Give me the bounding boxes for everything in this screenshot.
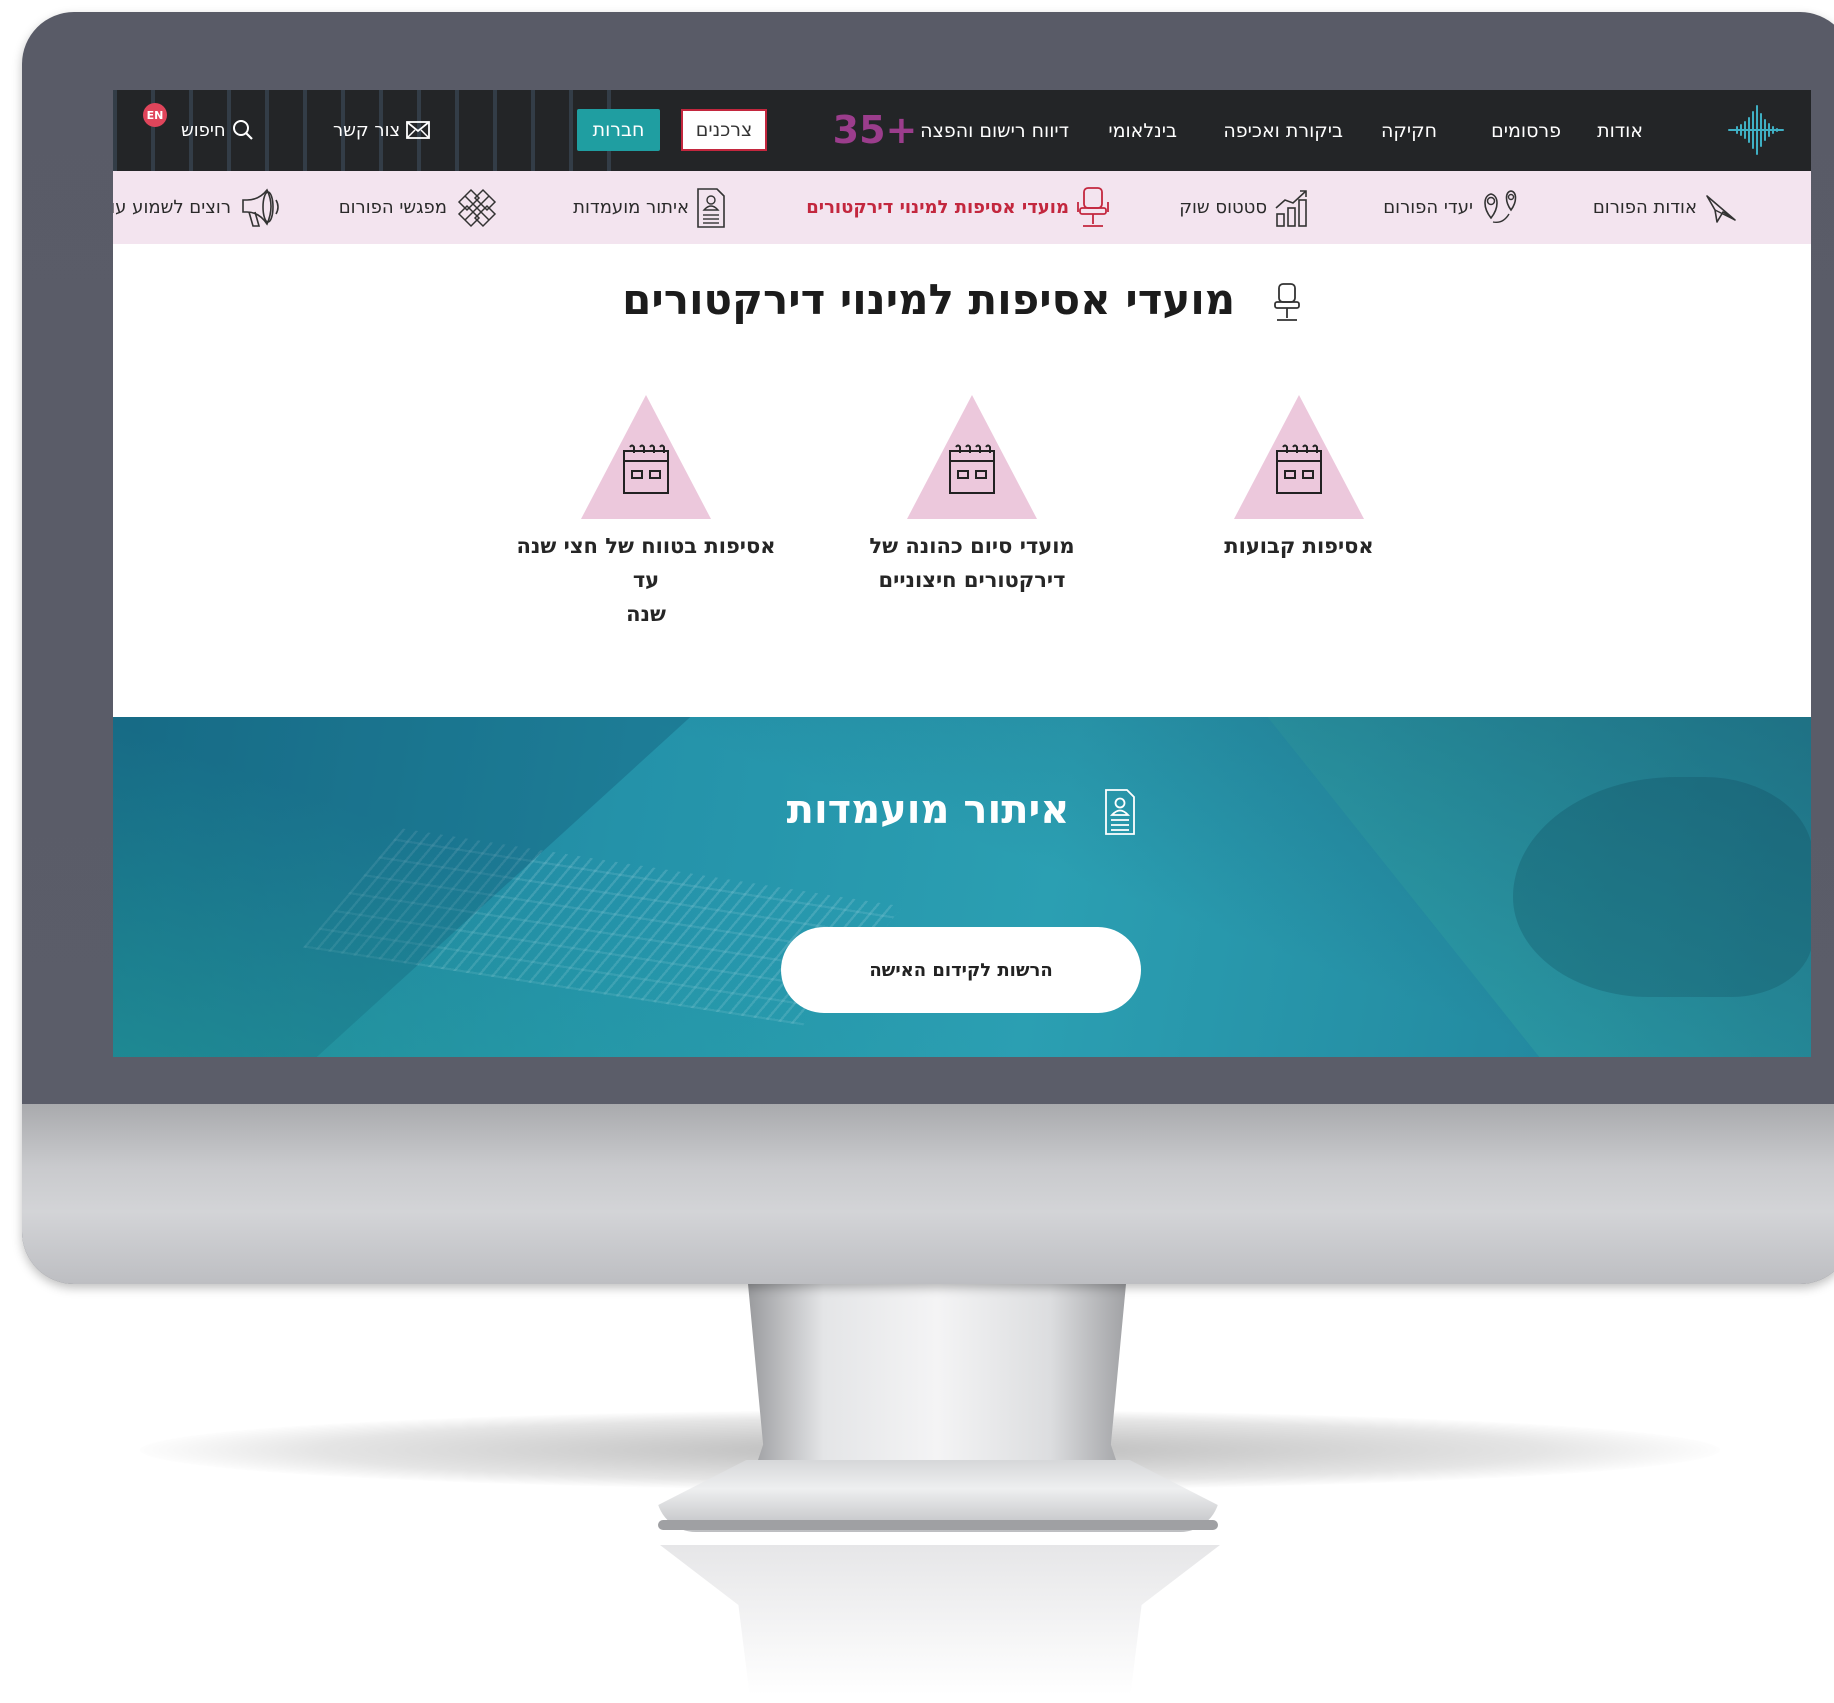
card-triangle bbox=[907, 395, 1037, 519]
resume-document-icon bbox=[1105, 789, 1136, 835]
card-half-year-meetings[interactable]: אסיפות בטווח של חצי שנה עד שנה bbox=[501, 395, 791, 631]
top-navigation-bar: אודות פרסומים חקיקה ביקורת ואכיפה בינלאו… bbox=[113, 90, 1811, 171]
subnav-forum-goals[interactable]: יעדי הפורום bbox=[1383, 171, 1523, 244]
consumers-button[interactable]: צרכנים bbox=[681, 109, 767, 151]
card-label: אסיפות קבועות bbox=[1224, 534, 1374, 558]
megaphone-icon bbox=[242, 188, 279, 227]
nav-international[interactable]: בינלאומי bbox=[1108, 90, 1177, 171]
paper-plane-icon bbox=[1706, 194, 1736, 223]
card-label-line-2: דירקטורים חיצוניים bbox=[878, 568, 1066, 592]
page-title: מועדי אסיפות למינוי דירקטורים bbox=[113, 275, 1811, 324]
nav-about[interactable]: אודות bbox=[1597, 90, 1643, 171]
card-triangle bbox=[1234, 395, 1364, 519]
subnav-about-forum[interactable]: אודות הפורום bbox=[1593, 171, 1739, 244]
card-triangle bbox=[581, 395, 711, 519]
subnav-learn-more[interactable]: רוצים לשמוע עוד bbox=[113, 171, 283, 244]
subnav-forum-meetings[interactable]: מפגשי הפורום bbox=[339, 171, 501, 244]
subnav-candidate-search[interactable]: איתור מועמדות bbox=[573, 171, 727, 244]
banner-title-text: איתור מועמדות bbox=[786, 787, 1070, 833]
secondary-navigation: אודות הפורום יעדי הפורום סטטוס שוק מועדי… bbox=[113, 171, 1811, 244]
search-icon bbox=[232, 120, 253, 140]
nav-publications[interactable]: פרסומים bbox=[1491, 90, 1561, 171]
contact-link[interactable]: צור קשר bbox=[333, 114, 431, 146]
card-label-line-2: שנה bbox=[626, 602, 666, 626]
card-label-line-1: מועדי סיום כהונה של bbox=[869, 534, 1075, 558]
nav-enforcement[interactable]: ביקורת ואכיפה bbox=[1223, 90, 1343, 171]
monitor-stand-edge bbox=[658, 1520, 1218, 1530]
organizations-button[interactable]: חברות bbox=[577, 109, 660, 151]
calendar-icon bbox=[1276, 444, 1322, 494]
office-chair-icon bbox=[1273, 282, 1300, 321]
subnav-market-status[interactable]: סטטוס שוק bbox=[1179, 171, 1311, 244]
site-logo-icon[interactable] bbox=[1727, 100, 1787, 160]
card-label-line-1: אסיפות בטווח של חצי שנה עד bbox=[516, 534, 776, 592]
page-title-text: מועדי אסיפות למינוי דירקטורים bbox=[622, 275, 1236, 324]
monitor-frame: אודות פרסומים חקיקה ביקורת ואכיפה בינלאו… bbox=[22, 12, 1834, 1284]
envelope-icon bbox=[406, 121, 431, 139]
card-regular-meetings[interactable]: אסיפות קבועות bbox=[1154, 395, 1444, 563]
website-screen: אודות פרסומים חקיקה ביקורת ואכיפה בינלאו… bbox=[113, 90, 1811, 1057]
map-pin-icon bbox=[1484, 189, 1517, 223]
calendar-icon bbox=[949, 444, 995, 494]
monitor-chin bbox=[22, 1104, 1834, 1284]
language-switch[interactable]: EN bbox=[143, 103, 167, 127]
svg-text:+35: +35 bbox=[835, 108, 915, 152]
subnav-director-meetings[interactable]: מועדי אסיפות למינוי דירקטורים bbox=[806, 171, 1111, 244]
office-chair-icon bbox=[1077, 186, 1109, 227]
card-external-directors-term-end[interactable]: מועדי סיום כהונה של דירקטורים חיצוניים bbox=[827, 395, 1117, 597]
monitor-stand-neck bbox=[748, 1284, 1126, 1490]
nav-reporting[interactable]: דיווח רישום והפצה bbox=[920, 90, 1069, 171]
handshake-icon bbox=[457, 188, 497, 227]
search-link[interactable]: חיפוש bbox=[181, 114, 254, 146]
nav-legislation[interactable]: חקיקה bbox=[1381, 90, 1437, 171]
calendar-icon bbox=[623, 444, 669, 494]
womens-advancement-authority-button[interactable]: הרשות לקידום האישה bbox=[781, 927, 1141, 1013]
candidate-search-banner: איתור מועמדות הרשות לקידום האישה bbox=[113, 717, 1811, 1057]
stand-reflection bbox=[660, 1545, 1220, 1695]
anniversary-35-badge[interactable]: +35 bbox=[835, 107, 915, 153]
resume-document-icon bbox=[697, 187, 725, 228]
banner-title: איתור מועמדות bbox=[113, 787, 1811, 837]
bar-chart-icon bbox=[1275, 189, 1307, 227]
